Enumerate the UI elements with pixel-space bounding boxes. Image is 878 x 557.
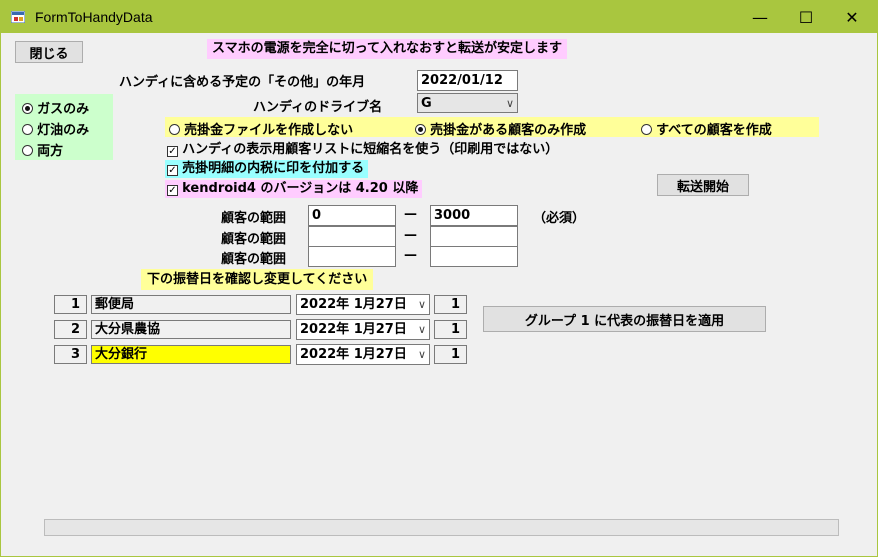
fuel-option-both[interactable]: 両方: [22, 140, 63, 159]
ar-option-all[interactable]: すべての顧客を作成: [641, 119, 772, 138]
bank-group-number: 1: [434, 295, 467, 314]
form-window: FormToHandyData — ☐ ✕ 閉じる スマホの電源を完全に切って入…: [0, 0, 878, 557]
close-window-button[interactable]: ✕: [829, 1, 875, 33]
fuel-radio-group: ガスのみ 灯油のみ 両方: [15, 94, 113, 160]
close-icon: ✕: [845, 7, 859, 27]
radio-icon: [641, 124, 652, 135]
checkbox-label: 売掛明細の内税に印を付加する: [182, 161, 365, 176]
ar-option-label: すべての顧客を作成: [656, 123, 772, 138]
apply-group-date-button[interactable]: グループ 1 に代表の振替日を適用: [483, 306, 766, 332]
drive-label: ハンディのドライブ名: [253, 100, 383, 115]
maximize-icon: ☐: [798, 7, 814, 27]
radio-icon: [415, 124, 426, 135]
radio-icon: [22, 145, 33, 156]
transfer-start-button[interactable]: 転送開始: [657, 174, 749, 196]
range-from-input[interactable]: [308, 226, 396, 247]
bank-name: 郵便局: [91, 295, 291, 314]
chevron-down-icon: ∨: [417, 323, 426, 336]
ar-option-with-balance[interactable]: 売掛金がある顧客のみ作成: [415, 119, 586, 138]
range-dash: —: [404, 228, 417, 243]
minimize-button[interactable]: —: [737, 1, 783, 33]
chevron-down-icon: ∨: [417, 298, 426, 311]
range-label: 顧客の範囲: [221, 232, 287, 247]
close-form-button[interactable]: 閉じる: [15, 41, 83, 63]
bank-name: 大分銀行: [91, 345, 291, 364]
range-dash: —: [404, 207, 417, 222]
range-to-input[interactable]: 3000: [430, 205, 518, 226]
chevron-down-icon: ∨: [505, 97, 514, 110]
bank-group-number: 1: [434, 345, 467, 364]
fuel-option-label: ガスのみ: [37, 102, 90, 117]
maximize-button[interactable]: ☐: [783, 1, 829, 33]
checkmark-icon: ✓: [167, 146, 178, 157]
checkbox-label: ハンディの表示用顧客リストに短縮名を使う（印刷用ではない）: [182, 142, 559, 157]
fuel-option-kerosene[interactable]: 灯油のみ: [22, 119, 89, 138]
ar-radio-group: 売掛金ファイルを作成しない 売掛金がある顧客のみ作成 すべての顧客を作成: [165, 117, 819, 138]
range-label: 顧客の範囲: [221, 252, 287, 267]
range-label: 顧客の範囲: [221, 211, 287, 226]
checkmark-icon: ✓: [167, 165, 178, 176]
ar-option-label: 売掛金ファイルを作成しない: [184, 123, 354, 138]
radio-icon: [169, 124, 180, 135]
transfer-date-notice: 下の振替日を確認し変更してください: [141, 269, 374, 290]
ar-option-label: 売掛金がある顧客のみ作成: [430, 123, 587, 138]
app-icon: [11, 11, 25, 23]
radio-icon: [22, 124, 33, 135]
range-from-input[interactable]: [308, 246, 396, 267]
bank-number: 2: [54, 320, 87, 339]
window-title: FormToHandyData: [35, 9, 153, 25]
fuel-option-label: 両方: [37, 144, 64, 159]
range-required-note: （必須）: [533, 211, 586, 226]
checkbox-label: kendroid4 のバージョンは 4.20 以降: [182, 181, 419, 196]
range-to-input[interactable]: [430, 246, 518, 267]
bank-date-picker[interactable]: 2022年 1月27日 ∨: [296, 294, 430, 315]
bank-date-value: 2022年 1月27日: [300, 347, 407, 362]
other-year-month-label: ハンディに含める予定の「その他」の年月: [119, 75, 366, 90]
checkmark-icon: ✓: [167, 185, 178, 196]
bank-number: 1: [54, 295, 87, 314]
bank-name: 大分県農協: [91, 320, 291, 339]
fuel-option-gas[interactable]: ガスのみ: [22, 98, 89, 117]
range-from-input[interactable]: 0: [308, 205, 396, 226]
fuel-option-label: 灯油のみ: [37, 123, 90, 138]
drive-value: G: [421, 96, 432, 111]
range-dash: —: [404, 248, 417, 263]
minimize-icon: —: [752, 7, 768, 27]
bank-number: 3: [54, 345, 87, 364]
bank-date-picker[interactable]: 2022年 1月27日 ∨: [296, 319, 430, 340]
checkbox-kendroid-version[interactable]: ✓ kendroid4 のバージョンは 4.20 以降: [165, 180, 423, 198]
drive-select[interactable]: G ∨: [417, 93, 518, 113]
power-notice: スマホの電源を完全に切って入れなおすと転送が安定します: [207, 39, 567, 59]
progress-bar: [44, 519, 839, 536]
chevron-down-icon: ∨: [417, 348, 426, 361]
range-to-input[interactable]: [430, 226, 518, 247]
bank-group-number: 1: [434, 320, 467, 339]
bank-date-value: 2022年 1月27日: [300, 297, 407, 312]
title-bar: FormToHandyData — ☐ ✕: [1, 1, 877, 33]
radio-icon: [22, 103, 33, 114]
other-year-month-input[interactable]: 2022/01/12: [417, 70, 518, 91]
bank-date-picker[interactable]: 2022年 1月27日 ∨: [296, 344, 430, 365]
checkbox-tax-mark[interactable]: ✓ 売掛明細の内税に印を付加する: [165, 160, 369, 178]
ar-option-none[interactable]: 売掛金ファイルを作成しない: [169, 119, 353, 138]
bank-date-value: 2022年 1月27日: [300, 322, 407, 337]
checkbox-short-name[interactable]: ✓ ハンディの表示用顧客リストに短縮名を使う（印刷用ではない）: [167, 142, 558, 158]
